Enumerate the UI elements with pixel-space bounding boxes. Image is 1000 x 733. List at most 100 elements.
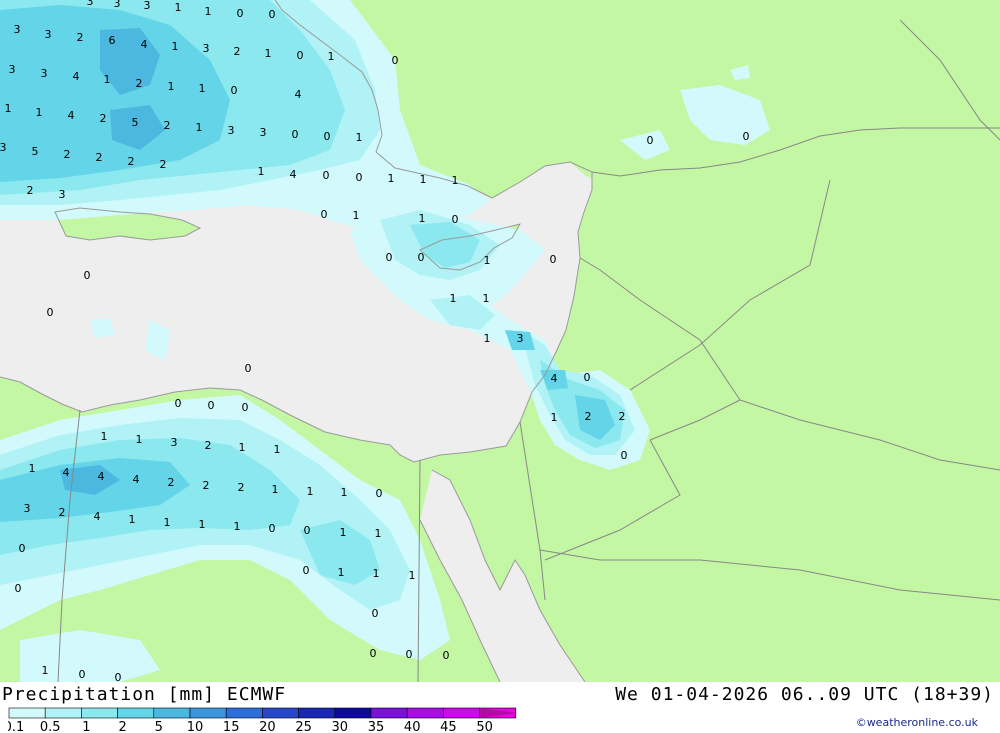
legend-color-boxes: [8, 707, 518, 719]
precip-value-label: 1: [101, 430, 108, 443]
precip-value-label: 0: [84, 269, 91, 282]
legend-label: 10: [187, 720, 204, 733]
precip-value-label: 3: [517, 332, 524, 345]
precip-value-label: 0: [303, 564, 310, 577]
precip-value-label: 3: [45, 28, 52, 41]
precip-value-label: 0: [269, 8, 276, 21]
precip-value-label: 1: [265, 47, 272, 60]
map-canvas: 3 3 3 1 1 0 0 3 3 2 6 4 1 3 2 1 0 1 0 3 3 4 1 2 1 1 0 4 1 1 4 2 5 2 1 3 3 0 0 1…: [0, 0, 1000, 682]
precip-value-label: 2: [77, 31, 84, 44]
precip-value-label: 4: [98, 470, 105, 483]
precip-value-label: 1: [373, 567, 380, 580]
precip-value-label: 1: [484, 254, 491, 267]
legend-color-box: [44, 707, 82, 719]
precip-value-label: 0: [292, 128, 299, 141]
precip-value-label: 0: [304, 524, 311, 537]
precip-value-label: 0: [115, 671, 122, 682]
precip-value-label: 2: [164, 119, 171, 132]
legend-label: 25: [295, 720, 312, 733]
precip-value-label: 0: [269, 522, 276, 535]
legend-color-box: [225, 707, 263, 719]
precip-value-label: 2: [238, 481, 245, 494]
precip-value-label: 0: [406, 648, 413, 661]
precip-value-label: 3: [14, 23, 21, 36]
precip-value-label: 3: [203, 42, 210, 55]
precip-value-label: 3: [59, 188, 66, 201]
legend-color-box: [370, 707, 408, 719]
precip-value-label: 1: [104, 73, 111, 86]
precip-value-label: 2: [160, 158, 167, 171]
precip-value-label: 2: [100, 112, 107, 125]
precip-value-label: 1: [196, 121, 203, 134]
precip-value-label: 0: [175, 397, 182, 410]
precip-value-label: 2: [128, 155, 135, 168]
precip-value-label: 3: [9, 63, 16, 76]
precip-value-label: 1: [356, 131, 363, 144]
precip-value-label: 1: [328, 50, 335, 63]
precip-value-label: 4: [141, 38, 148, 51]
precip-value-label: 0: [237, 7, 244, 20]
precip-value-label: 0: [376, 487, 383, 500]
precip-value-label: 3: [144, 0, 151, 12]
precip-value-label: 1: [272, 483, 279, 496]
precip-value-label: 2: [234, 45, 241, 58]
legend-color-box: [189, 707, 227, 719]
precip-value-label: 0: [550, 253, 557, 266]
legend-color-box: [334, 707, 372, 719]
precip-value-label: 6: [109, 34, 116, 47]
precip-value-label: 5: [32, 145, 39, 158]
legend-color-box: [81, 707, 118, 719]
precip-value-label: 1: [452, 174, 459, 187]
precip-value-label: 4: [73, 70, 80, 83]
legend-label: 1: [82, 720, 90, 733]
legend-color-box: [153, 707, 191, 719]
precip-value-label: 0: [297, 49, 304, 62]
precip-value-label: 1: [199, 82, 206, 95]
precip-value-label: 1: [42, 664, 49, 677]
precip-value-label: 1: [234, 520, 241, 533]
map-title: Precipitation [mm] ECMWF: [2, 684, 287, 705]
precip-value-label: 4: [295, 88, 302, 101]
legend-label: 20: [259, 720, 276, 733]
legend-label: 30: [332, 720, 349, 733]
precip-value-label: 2: [203, 479, 210, 492]
precip-value-label: 1: [338, 566, 345, 579]
precip-value-label: 1: [29, 462, 36, 475]
precip-value-label: 1: [353, 209, 360, 222]
precip-value-label: 0: [452, 213, 459, 226]
legend-color-box: [262, 707, 299, 719]
precip-value-label: 0: [418, 251, 425, 264]
precip-value-label: 4: [63, 466, 70, 479]
precip-value-label: 1: [340, 526, 347, 539]
credit-link[interactable]: ©weatheronline.co.uk: [856, 716, 978, 729]
precip-value-label: 0: [47, 306, 54, 319]
precip-value-label: 0: [15, 582, 22, 595]
precip-value-label: 1: [36, 106, 43, 119]
precipitation-map-figure: 3331100332641321010334121104114252133001…: [0, 0, 1000, 733]
precip-value-label: 0: [372, 607, 379, 620]
precip-value-label: 1: [258, 165, 265, 178]
precip-value-label: 2: [585, 410, 592, 423]
precip-value-label: 2: [136, 77, 143, 90]
precip-value-label: 4: [290, 168, 297, 181]
precip-value-label: 0: [743, 130, 750, 143]
precip-value-label: 0: [323, 169, 330, 182]
precip-value-label: 1: [168, 80, 175, 93]
precip-value-label: 0: [245, 362, 252, 375]
precip-value-label: 0: [647, 134, 654, 147]
legend-label: 0.5: [40, 720, 61, 733]
precip-value-label: 1: [199, 518, 206, 531]
legend-color-box: [117, 707, 155, 719]
precip-value-label: 0: [19, 542, 26, 555]
precip-value-label: 1: [551, 411, 558, 424]
precip-value-label: 5: [132, 116, 139, 129]
precip-value-label: 0: [621, 449, 628, 462]
precip-value-label: 3: [0, 141, 7, 154]
precip-value-label: 2: [168, 476, 175, 489]
precip-value-label: 1: [420, 173, 427, 186]
precip-value-label: 2: [205, 439, 212, 452]
precip-value-label: 0: [386, 251, 393, 264]
legend-color-box: [298, 707, 336, 719]
precip-value-label: 0: [443, 649, 450, 662]
precip-value-label: 2: [96, 151, 103, 164]
